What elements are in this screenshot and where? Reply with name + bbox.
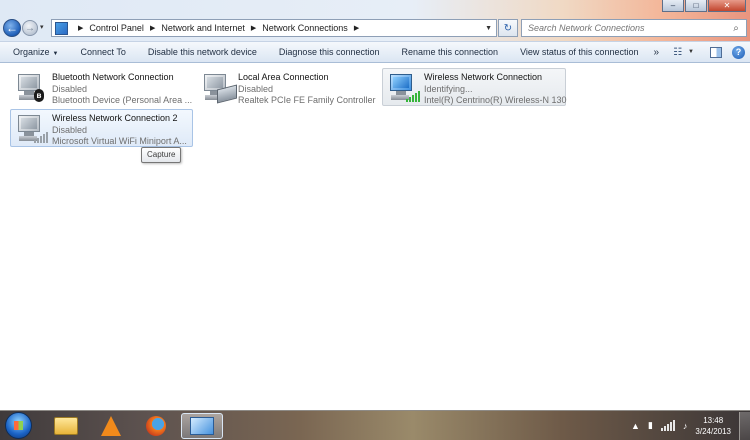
connection-status: Disabled xyxy=(52,83,88,94)
taskbar: ▲ ▮ ♪ 13:48 3/24/2013 xyxy=(0,410,750,440)
connection-name: Wireless Network Connection xyxy=(424,72,543,82)
connection-device: Intel(R) Centrino(R) Wireless-N 130 xyxy=(424,95,567,105)
address-dropdown-icon[interactable]: ▼ xyxy=(485,25,492,32)
connection-item-bluetooth[interactable]: ʙ Bluetooth Network Connection Disabled … xyxy=(10,68,193,106)
organize-label: Organize xyxy=(13,47,50,57)
title-bar: – □ ✕ ← → ▾ ▶ Control Panel ▶ Network an… xyxy=(0,0,750,41)
preview-pane-icon[interactable] xyxy=(710,46,722,58)
network-tray-icon[interactable] xyxy=(660,420,675,431)
minimize-button[interactable]: – xyxy=(662,0,684,12)
connection-device: Microsoft Virtual WiFi Miniport A... xyxy=(52,136,187,146)
connection-item-local-area[interactable]: Local Area Connection Disabled Realtek P… xyxy=(196,68,376,106)
breadcrumb-control-panel[interactable]: Control Panel xyxy=(89,23,144,33)
maximize-button[interactable]: □ xyxy=(685,0,707,12)
windows-logo-icon xyxy=(14,421,23,430)
help-icon[interactable]: ? xyxy=(732,45,745,59)
connection-name: Local Area Connection xyxy=(238,72,329,82)
rename-button[interactable]: Rename this connection xyxy=(402,47,499,57)
breadcrumb-network-connections[interactable]: Network Connections xyxy=(262,23,348,33)
clock-date: 3/24/2013 xyxy=(695,426,731,436)
search-icon[interactable]: ⌕ xyxy=(729,23,743,34)
chevron-down-icon[interactable]: ▼ xyxy=(688,49,694,55)
chevron-down-icon: ▼ xyxy=(52,51,59,57)
volume-icon[interactable]: ♪ xyxy=(683,421,688,431)
start-button[interactable] xyxy=(5,412,32,439)
taskbar-network-connections-button[interactable] xyxy=(181,413,223,439)
back-button[interactable]: ← xyxy=(3,19,21,37)
network-connections-icon xyxy=(190,417,214,435)
battery-icon[interactable]: ▮ xyxy=(648,420,653,431)
control-panel-icon xyxy=(55,21,68,35)
search-input[interactable] xyxy=(522,20,729,36)
bluetooth-icon: ʙ xyxy=(34,89,44,102)
caption-buttons: – □ ✕ xyxy=(662,0,746,12)
taskbar-firefox-button[interactable] xyxy=(138,413,174,439)
more-commands-button[interactable]: » xyxy=(654,47,660,58)
breadcrumb-network-and-internet[interactable]: Network and Internet xyxy=(161,23,245,33)
connections-list: ʙ Bluetooth Network Connection Disabled … xyxy=(0,63,750,410)
command-bar: Organize ▼ Connect To Disable this networ… xyxy=(0,41,750,63)
folder-icon xyxy=(54,417,78,435)
signal-strength-icon xyxy=(34,131,50,143)
ethernet-connection-icon xyxy=(200,71,237,104)
organize-menu[interactable]: Organize ▼ xyxy=(13,47,58,57)
signal-strength-icon xyxy=(406,90,422,102)
close-button[interactable]: ✕ xyxy=(708,0,746,12)
chevron-right-icon[interactable]: ▶ xyxy=(354,24,359,32)
bluetooth-connection-icon: ʙ xyxy=(14,71,48,103)
chevron-right-icon[interactable]: ▶ xyxy=(251,24,256,32)
command-bar-right: » ☷ ▼ ? xyxy=(654,42,750,62)
connection-device: Realtek PCIe FE Family Controller xyxy=(238,95,376,105)
disable-device-button[interactable]: Disable this network device xyxy=(148,47,257,57)
forward-button[interactable]: → xyxy=(22,20,38,36)
tooltip: Capture xyxy=(141,147,182,163)
taskbar-vlc-button[interactable] xyxy=(93,413,129,439)
view-status-button[interactable]: View status of this connection xyxy=(520,47,638,57)
recent-pages-dropdown[interactable]: ▾ xyxy=(40,23,44,31)
connect-to-button[interactable]: Connect To xyxy=(80,47,125,57)
address-bar[interactable]: ▶ Control Panel ▶ Network and Internet ▶… xyxy=(51,19,497,37)
connection-status: Identifying... xyxy=(424,83,473,94)
connection-device: Bluetooth Device (Personal Area ... xyxy=(52,95,193,105)
connection-name: Wireless Network Connection 2 xyxy=(52,113,178,123)
show-desktop-button[interactable] xyxy=(739,411,750,440)
clock-time: 13:48 xyxy=(703,415,724,425)
wireless-connection-icon xyxy=(386,71,420,103)
change-view-icon[interactable]: ☷ xyxy=(673,47,682,58)
search-box: ⌕ xyxy=(521,19,747,37)
chevron-right-icon[interactable]: ▶ xyxy=(150,24,155,32)
connection-status: Disabled xyxy=(52,124,88,135)
connection-item-wireless-2[interactable]: Wireless Network Connection 2 Disabled M… xyxy=(10,109,193,147)
connection-name: Bluetooth Network Connection xyxy=(52,72,174,82)
taskbar-explorer-button[interactable] xyxy=(48,413,84,439)
system-tray: ▲ ▮ ♪ 13:48 3/24/2013 xyxy=(631,411,750,440)
wireless-connection-icon xyxy=(14,112,48,144)
connection-item-wireless[interactable]: Wireless Network Connection Identifying.… xyxy=(382,68,567,106)
diagnose-button[interactable]: Diagnose this connection xyxy=(279,47,380,57)
refresh-button[interactable]: ↻ xyxy=(498,19,518,37)
show-hidden-icons-button[interactable]: ▲ xyxy=(631,421,640,431)
clock[interactable]: 13:48 3/24/2013 xyxy=(695,415,731,437)
vlc-icon xyxy=(101,416,121,436)
chevron-right-icon[interactable]: ▶ xyxy=(78,24,83,32)
firefox-icon xyxy=(146,416,166,436)
connection-status: Disabled xyxy=(238,83,274,94)
